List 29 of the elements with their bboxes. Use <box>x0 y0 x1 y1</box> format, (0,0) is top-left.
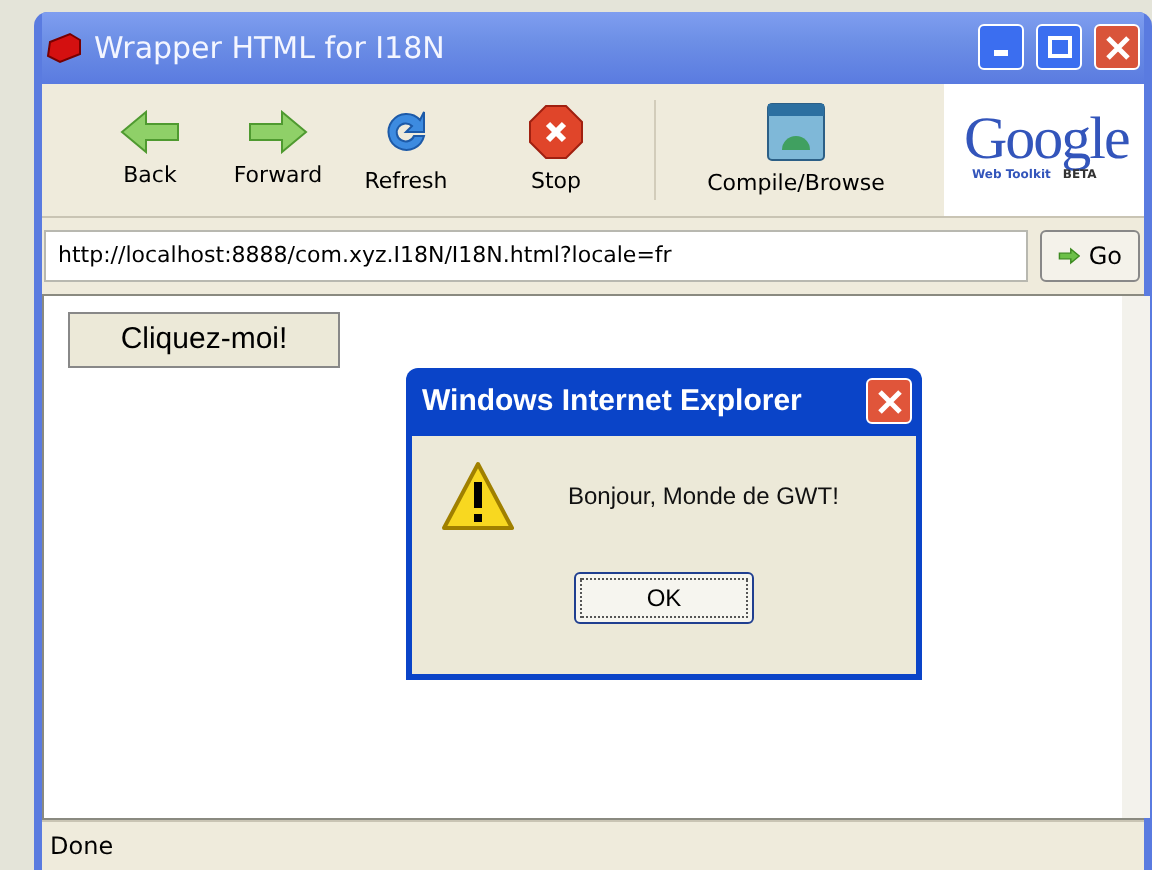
close-icon <box>877 389 901 414</box>
toolbar-button[interactable]: Refresh <box>342 83 470 216</box>
close-button[interactable] <box>866 378 912 425</box>
close-button[interactable] <box>1094 24 1140 71</box>
page-button[interactable]: Cliquez-moi! <box>68 311 340 368</box>
status-text: Done <box>50 832 114 861</box>
app-icon <box>46 31 82 64</box>
browser-window-icon <box>766 102 826 163</box>
maximize-button[interactable] <box>1036 24 1082 71</box>
stop-icon <box>528 104 584 161</box>
minimize-button[interactable] <box>978 24 1024 71</box>
toolbar-button[interactable]: Stop <box>470 83 642 216</box>
dialog-message: Bonjour, Monde de GWT! <box>568 481 839 510</box>
go-button[interactable]: Go <box>1040 229 1140 282</box>
right-arrow-icon <box>248 110 308 155</box>
address-field[interactable]: http://localhost:8888/com.xyz.I18N/I18N.html?locale=fr <box>44 229 1028 282</box>
scrollbar[interactable] <box>1122 295 1150 819</box>
ok-button[interactable]: OK <box>574 571 754 624</box>
warning-icon <box>440 459 516 532</box>
toolbar-button[interactable]: Compile/Browse <box>668 83 924 216</box>
logo-word: Google <box>964 111 1131 168</box>
maximize-icon <box>1047 36 1071 59</box>
close-icon <box>1105 35 1129 60</box>
dialog-title: Windows Internet Explorer <box>422 384 802 419</box>
toolbar-button[interactable]: Back <box>86 83 214 216</box>
window-title: Wrapper HTML for I18N <box>94 29 447 66</box>
left-arrow-icon <box>120 110 180 155</box>
right-arrow-icon <box>1058 243 1081 268</box>
toolbar-button[interactable]: Forward <box>214 83 342 216</box>
